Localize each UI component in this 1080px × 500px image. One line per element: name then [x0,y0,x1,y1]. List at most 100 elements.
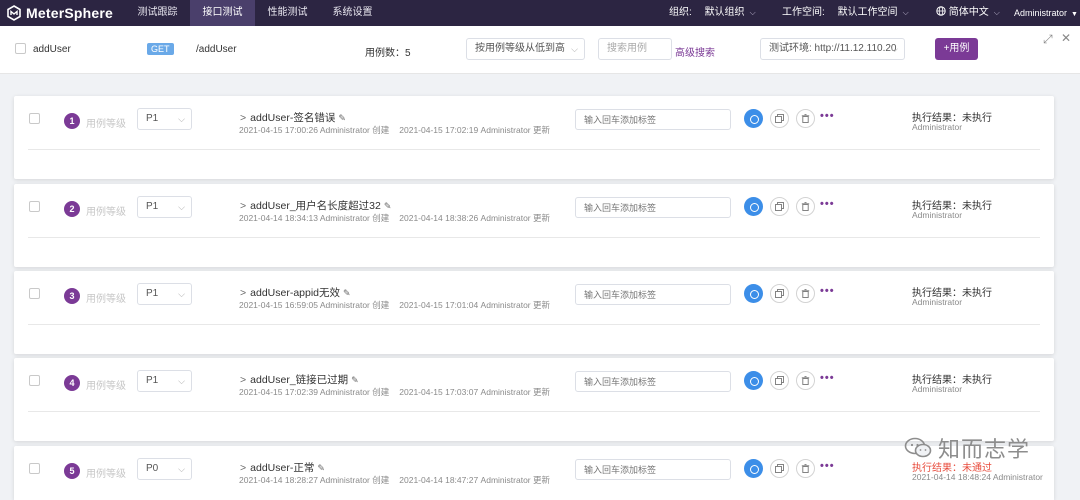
delete-icon[interactable] [796,109,815,128]
tag-input[interactable]: 输入回车添加标签 [575,284,731,305]
close-icon[interactable]: ✕ [1061,31,1071,45]
app-name: MeterSphere [26,5,114,21]
case-meta: 2021-04-14 18:28:27 Administrator 创建 2021… [239,474,550,486]
watermark: 知而志学 [904,432,1030,464]
priority-select[interactable]: P1 ⌵ [137,108,192,130]
case-meta: 2021-04-15 16:59:05 Administrator 创建 2021… [239,299,550,311]
run-icon[interactable] [744,197,763,216]
case-checkbox[interactable] [29,375,40,386]
copy-icon[interactable] [770,197,789,216]
chevron-down-icon: ⌵ [749,8,756,17]
edit-icon[interactable]: ✎ [343,288,351,298]
priority-value: P1 [146,375,159,386]
fullscreen-icon[interactable]: ⤢ [1043,32,1053,47]
run-icon[interactable] [744,284,763,303]
priority-select[interactable]: P1 ⌵ [137,370,192,392]
case-title[interactable]: > addUser-签名错误 ✎ [240,110,346,125]
more-icon[interactable]: ••• [820,198,835,210]
chevron-right-icon[interactable]: > [240,112,246,124]
case-card: 5 用例等级 P0 ⌵ > addUser-正常 ✎ 2021-04-14 18:2… [14,446,1054,500]
priority-value: P1 [146,113,159,124]
chevron-right-icon[interactable]: > [240,287,246,299]
chevron-down-icon: ⌵ [178,289,185,299]
app-logo[interactable]: MeterSphere [6,4,113,22]
delete-icon[interactable] [796,284,815,303]
nav-tab-test-track[interactable]: 测试跟踪 [125,0,190,26]
chevron-right-icon[interactable]: > [240,200,246,212]
run-icon[interactable] [744,109,763,128]
delete-icon[interactable] [796,197,815,216]
tag-input[interactable]: 输入回车添加标签 [575,109,731,130]
case-checkbox[interactable] [29,113,40,124]
language-switcher[interactable]: 简体中文 ⌵ [936,0,1000,26]
globe-icon [936,6,946,16]
nav-tab-api-test[interactable]: 接口测试 [190,0,255,26]
priority-value: P1 [146,201,159,212]
delete-icon[interactable] [796,371,815,390]
api-header: addUser GET /addUser 用例数：5 按用例等级从低到高 ⌵ 搜… [0,26,1080,74]
workspace-value: 默认工作空间 [837,7,898,18]
select-all-checkbox[interactable] [15,43,26,54]
chevron-down-icon: ⌵ [902,8,909,17]
copy-icon[interactable] [770,459,789,478]
edit-icon[interactable]: ✎ [384,201,392,211]
delete-icon[interactable] [796,459,815,478]
environment-value: 测试环境: http://11.12.110.20 [769,43,897,54]
more-icon[interactable]: ••• [820,110,835,122]
sort-select[interactable]: 按用例等级从低到高 ⌵ [466,38,585,60]
case-title[interactable]: > addUser_用户名长度超过32 ✎ [240,198,391,213]
tag-input[interactable]: 输入回车添加标签 [575,197,731,218]
more-icon[interactable]: ••• [820,372,835,384]
case-card: 3 用例等级 P1 ⌵ > addUser-appid无效 ✎ 2021-04-15… [14,271,1054,354]
case-name: addUser_链接已过期 [250,374,349,386]
method-badge: GET [147,43,174,55]
case-title[interactable]: > addUser_链接已过期 ✎ [240,372,359,387]
tag-input[interactable]: 输入回车添加标签 [575,371,731,392]
edit-icon[interactable]: ✎ [338,113,346,123]
nav-tab-performance-test[interactable]: 性能测试 [255,0,320,26]
case-result-user: Administrator [912,122,963,132]
priority-select[interactable]: P1 ⌵ [137,196,192,218]
copy-icon[interactable] [770,371,789,390]
chevron-down-icon: ⌵ [178,202,185,212]
case-created: 2021-04-15 17:00:26 Administrator 创建 [239,125,390,135]
case-index-badge: 1 [64,113,80,129]
case-checkbox[interactable] [29,463,40,474]
org-switcher[interactable]: 组织: 默认组织 ⌵ [669,0,756,26]
tag-input[interactable]: 输入回车添加标签 [575,459,731,480]
advanced-search-link[interactable]: 高级搜索 [675,44,715,59]
case-meta: 2021-04-14 18:34:13 Administrator 创建 2021… [239,212,550,224]
case-checkbox[interactable] [29,201,40,212]
nav-tab-system-settings[interactable]: 系统设置 [320,0,385,26]
case-index-badge: 4 [64,375,80,391]
search-input[interactable]: 搜索用例 [598,38,672,60]
edit-icon[interactable]: ✎ [351,375,359,385]
case-level-label: 用例等级 [86,119,126,130]
run-icon[interactable] [744,371,763,390]
environment-select[interactable]: 测试环境: http://11.12.110.20 ⌵ [760,38,905,60]
copy-icon[interactable] [770,284,789,303]
more-icon[interactable]: ••• [820,285,835,297]
case-updated: 2021-04-15 17:02:19 Administrator 更新 [399,125,550,135]
case-checkbox[interactable] [29,288,40,299]
priority-select[interactable]: P0 ⌵ [137,458,192,480]
chevron-right-icon[interactable]: > [240,462,246,474]
more-icon[interactable]: ••• [820,460,835,472]
add-case-button[interactable]: +用例 [935,38,978,60]
run-icon[interactable] [744,459,763,478]
case-index-badge: 3 [64,288,80,304]
edit-icon[interactable]: ✎ [317,463,325,473]
case-updated: 2021-04-15 17:01:04 Administrator 更新 [399,300,550,310]
case-title[interactable]: > addUser-appid无效 ✎ [240,285,351,300]
chevron-down-icon: ⌵ [891,44,898,54]
case-result-user: Administrator [912,384,963,394]
chevron-down-icon: ⌵ [571,44,578,54]
workspace-switcher[interactable]: 工作空间: 默认工作空间 ⌵ [782,0,909,26]
workspace-label: 工作空间: [782,7,825,18]
copy-icon[interactable] [770,109,789,128]
chevron-right-icon[interactable]: > [240,374,246,386]
priority-select[interactable]: P1 ⌵ [137,283,192,305]
sort-select-value: 按用例等级从低到高 [475,43,565,54]
case-title[interactable]: > addUser-正常 ✎ [240,460,325,475]
user-menu[interactable]: Administrator ▼ [1014,0,1078,26]
